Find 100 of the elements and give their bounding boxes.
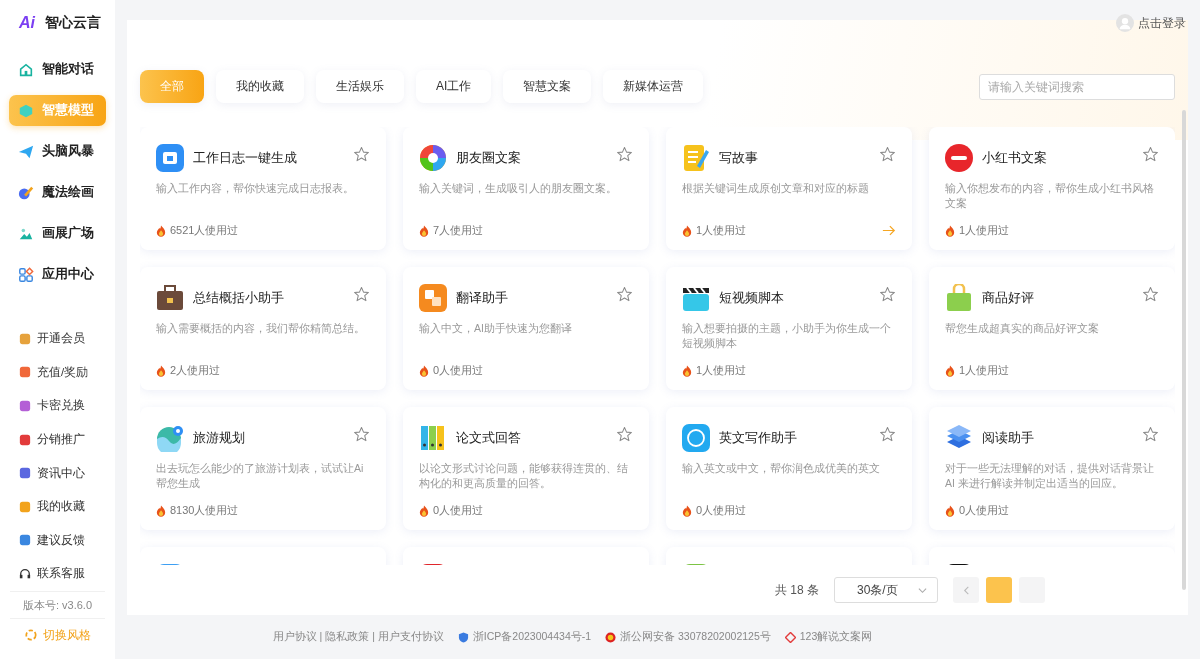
nav-item[interactable]: 魔法绘画	[9, 177, 106, 208]
usage-count: 6521人使用过	[170, 223, 240, 238]
app-card[interactable]: 旅游规划 出去玩怎么能少的了旅游计划表，试试让Ai帮您生成 8130人使用过	[140, 407, 386, 530]
app-card[interactable]: 短视频脚本 输入想要拍摄的主题，小助手为你生成一个短视频脚本 1人使用过	[666, 267, 912, 390]
card-title: 商品好评	[982, 289, 1035, 307]
diamond-icon	[784, 631, 796, 643]
flame-icon	[419, 224, 429, 237]
scrollbar[interactable]	[1182, 110, 1186, 590]
usage-count: 0人使用过	[433, 503, 485, 518]
menu-item[interactable]: 建议反馈	[19, 523, 115, 558]
menu-item[interactable]: 我的收藏	[19, 489, 115, 524]
app-name: 智心云言	[45, 14, 101, 32]
star-icon[interactable]	[616, 425, 633, 443]
category-tab[interactable]: 生活娱乐	[316, 70, 404, 103]
app-card[interactable]: 总结概括小助手 输入需要概括的内容，我们帮你精简总结。 2人使用过	[140, 267, 386, 390]
menu-icon	[19, 500, 31, 513]
flame-icon	[419, 364, 429, 377]
page-size-select[interactable]: 30条/页	[834, 577, 938, 603]
usage-count: 1人使用过	[696, 363, 748, 378]
flame-icon	[945, 364, 955, 377]
card-title: 短视频脚本	[719, 289, 785, 307]
menu-item[interactable]: 联系客服	[19, 557, 115, 591]
search-field[interactable]: 请输入关键词搜索	[979, 73, 1175, 100]
menu-item[interactable]: 分销推广	[19, 422, 115, 457]
star-icon[interactable]	[616, 145, 633, 163]
app-icon	[419, 144, 447, 172]
category-tab[interactable]: 新媒体运营	[603, 70, 704, 103]
card-title: 写故事	[719, 149, 759, 167]
card-description: 输入需要概括的内容，我们帮你精简总结。	[156, 321, 366, 336]
app-card[interactable]: 翻译助手 输入中文，AI助手快速为您翻译 0人使用过	[403, 267, 649, 390]
app-card[interactable]: 英文写作助手 输入英文或中文，帮你润色成优美的英文 0人使用过	[666, 407, 912, 530]
card-title: 论文式回答	[456, 429, 522, 447]
version-text: 版本号: v3.6.0	[10, 590, 105, 614]
app-card[interactable]: 朋友圈文案 输入关键词，生成吸引人的朋友圈文案。 7人使用过	[403, 127, 649, 250]
card-description: 输入中文，AI助手快速为您翻译	[419, 321, 573, 336]
caret-icon	[918, 585, 927, 595]
app-card[interactable]: 商品好评 帮您生成超真实的商品好评文案 1人使用过	[929, 267, 1175, 390]
footer-links[interactable]: 用户协议 | 隐私政策 | 用户支付协议	[272, 630, 444, 644]
flame-icon	[682, 224, 692, 237]
star-icon[interactable]	[879, 145, 896, 163]
category-tab[interactable]: 我的收藏	[216, 70, 304, 103]
app-icon	[682, 144, 710, 172]
app-icon	[419, 424, 447, 452]
card-description: 对于一些无法理解的对话，提供对话背景让 AI 来进行解读并制定出适当的回应。	[945, 461, 1155, 491]
emblem-icon	[605, 631, 617, 643]
star-icon[interactable]	[1142, 285, 1159, 303]
flame-icon	[156, 224, 166, 237]
logo-mark: Ai	[19, 14, 35, 32]
app-card[interactable]: 工作日志一键生成 输入工作内容，帮你快速完成日志报表。 6521人使用过	[140, 127, 386, 250]
card-title: 朋友圈文案	[456, 149, 522, 167]
star-icon[interactable]	[616, 285, 633, 303]
card-description: 帮您生成超真实的商品好评文案	[945, 321, 1100, 336]
usage-count: 0人使用过	[696, 503, 748, 518]
menu-icon	[19, 567, 31, 580]
app-card[interactable]: 论文式回答 以论文形式讨论问题，能够获得连贯的、结构化的和更高质量的回答。 0人使用过	[403, 407, 649, 530]
nav-item[interactable]: 应用中心	[9, 259, 106, 290]
menu-item[interactable]: 充值/奖励	[19, 355, 115, 390]
home-icon	[18, 61, 34, 78]
category-tab[interactable]: AI工作	[416, 70, 492, 103]
app-card[interactable]: 阅读助手 对于一些无法理解的对话，提供对话背景让 AI 来进行解读并制定出适当的回应。 0人使用过	[929, 407, 1175, 530]
menu-icon	[19, 400, 31, 412]
app-icon	[945, 144, 973, 172]
app-icon	[945, 284, 973, 312]
app-icon	[419, 284, 447, 312]
nav-item[interactable]: 智能对话	[9, 54, 106, 85]
card-description: 根据关键词生成原创文章和对应的标题	[682, 181, 870, 196]
menu-item[interactable]: 资讯中心	[19, 456, 115, 490]
usage-count: 1人使用过	[959, 223, 1011, 238]
police-record-link[interactable]: 浙公网安备 33078202002125号	[620, 630, 771, 644]
star-icon[interactable]	[1142, 145, 1159, 163]
flame-icon	[419, 504, 429, 517]
apps-icon	[18, 266, 34, 283]
flame-icon	[682, 504, 692, 517]
card-description: 出去玩怎么能少的了旅游计划表，试试让Ai帮您生成	[156, 461, 365, 491]
app-card[interactable]: 小红书文案 输入你想发布的内容，帮你生成小红书风格文案 1人使用过	[929, 127, 1175, 250]
nav-item[interactable]: 头脑风暴	[9, 136, 106, 167]
card-title: 总结概括小助手	[193, 289, 285, 307]
star-icon[interactable]	[353, 145, 370, 163]
usage-count: 8130人使用过	[170, 503, 240, 518]
menu-item[interactable]: 开通会员	[19, 322, 115, 356]
star-icon[interactable]	[353, 425, 370, 443]
app-icon	[156, 424, 184, 452]
nav-item[interactable]: 画展广场	[9, 218, 106, 249]
star-icon[interactable]	[353, 285, 370, 303]
chevron-left-icon	[961, 585, 971, 595]
card-description: 输入关键词，生成吸引人的朋友圈文案。	[419, 181, 618, 196]
arrow-right-icon[interactable]	[882, 225, 896, 236]
flame-icon	[945, 224, 955, 237]
star-icon[interactable]	[879, 285, 896, 303]
app-card[interactable]: 写故事 根据关键词生成原创文章和对应的标题 1人使用过	[666, 127, 912, 250]
card-title: 翻译助手	[456, 289, 509, 307]
star-icon[interactable]	[1142, 425, 1159, 443]
usage-count: 0人使用过	[433, 363, 485, 378]
usage-count: 2人使用过	[170, 363, 222, 378]
menu-item[interactable]: 卡密兑换	[19, 389, 115, 423]
usage-count: 7人使用过	[433, 223, 485, 238]
shield-icon	[457, 631, 469, 643]
cube-icon	[18, 102, 34, 119]
star-icon[interactable]	[879, 425, 896, 443]
category-tab[interactable]: 智慧文案	[503, 70, 592, 103]
